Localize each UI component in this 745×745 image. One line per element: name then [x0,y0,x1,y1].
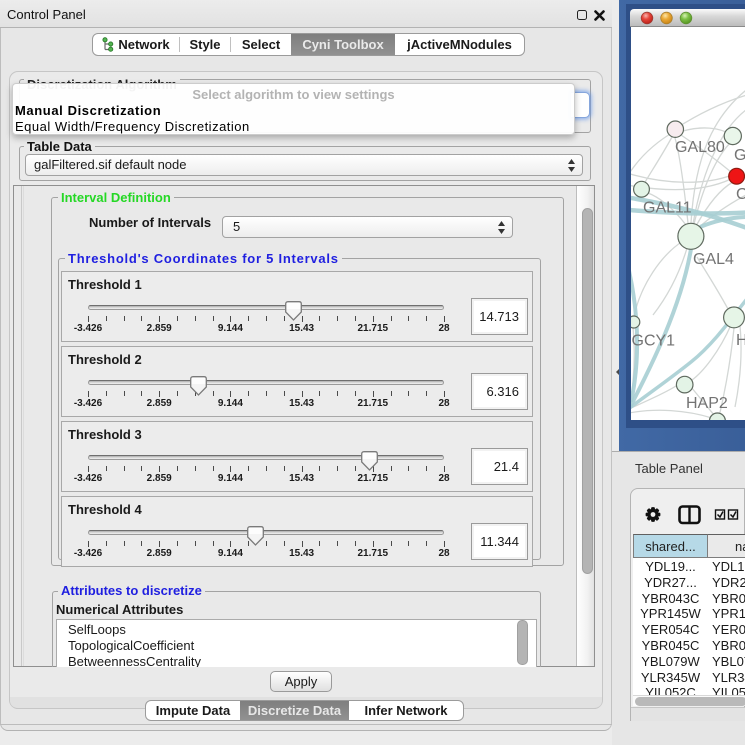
svg-text:GAL11: GAL11 [643,200,692,217]
svg-text:C: C [736,186,745,203]
svg-text:GCY1: GCY1 [632,333,676,350]
svg-text:HAP2: HAP2 [686,395,728,412]
svg-text:GAL80: GAL80 [675,139,725,156]
svg-text:GAL4: GAL4 [693,251,734,268]
svg-text:H: H [736,332,745,349]
svg-text:GA: GA [734,147,745,164]
